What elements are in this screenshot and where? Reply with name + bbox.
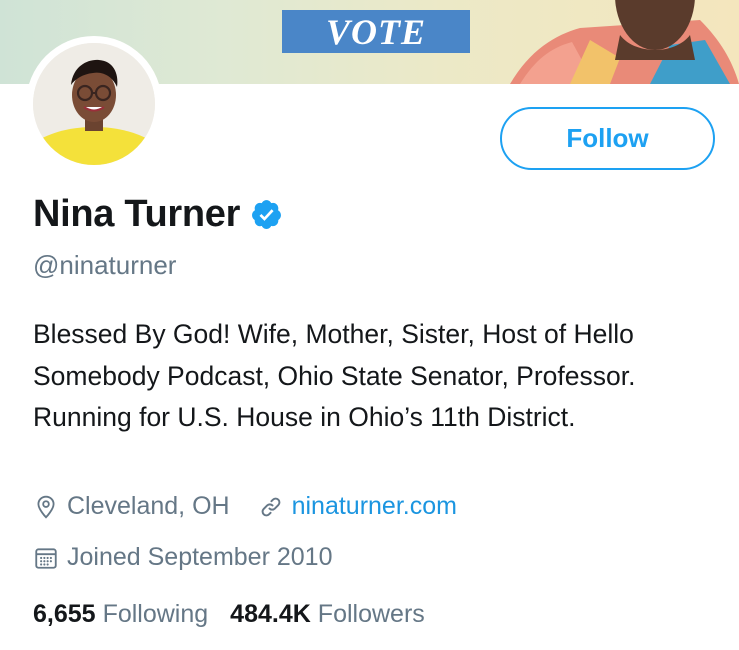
following-count: 6,655 — [33, 600, 96, 628]
profile-name-row: Nina Turner — [33, 193, 283, 236]
verified-badge-icon — [252, 200, 282, 229]
stats-row: 6,655 Following 484.4K Followers — [33, 600, 425, 629]
followers-label: Followers — [317, 600, 425, 628]
profile-meta-row: Cleveland, OH ninaturner.com — [33, 492, 457, 521]
location-pin-icon — [37, 495, 55, 519]
avatar-photo — [33, 43, 155, 165]
avatar[interactable] — [26, 36, 162, 172]
website-link[interactable]: ninaturner.com — [292, 492, 457, 521]
website-item[interactable]: ninaturner.com — [258, 492, 457, 521]
location-item: Cleveland, OH — [33, 492, 230, 521]
followers-stat[interactable]: 484.4K Followers — [230, 600, 425, 629]
profile-handle: @ninaturner — [33, 250, 177, 280]
profile-bio: Blessed By God! Wife, Mother, Sister, Ho… — [33, 319, 636, 432]
followers-count: 484.4K — [230, 600, 311, 628]
following-stat[interactable]: 6,655 Following — [33, 600, 208, 629]
joined-row: Joined September 2010 — [33, 543, 332, 572]
follow-button[interactable]: Follow — [500, 107, 715, 170]
profile-name: Nina Turner — [33, 193, 241, 235]
location-text: Cleveland, OH — [67, 492, 230, 520]
following-label: Following — [102, 600, 209, 628]
calendar-icon — [35, 547, 57, 569]
joined-text: Joined September 2010 — [67, 543, 333, 571]
banner-portrait-image — [510, 0, 739, 84]
vote-banner-text: VOTE — [282, 10, 470, 53]
link-icon — [261, 497, 280, 516]
